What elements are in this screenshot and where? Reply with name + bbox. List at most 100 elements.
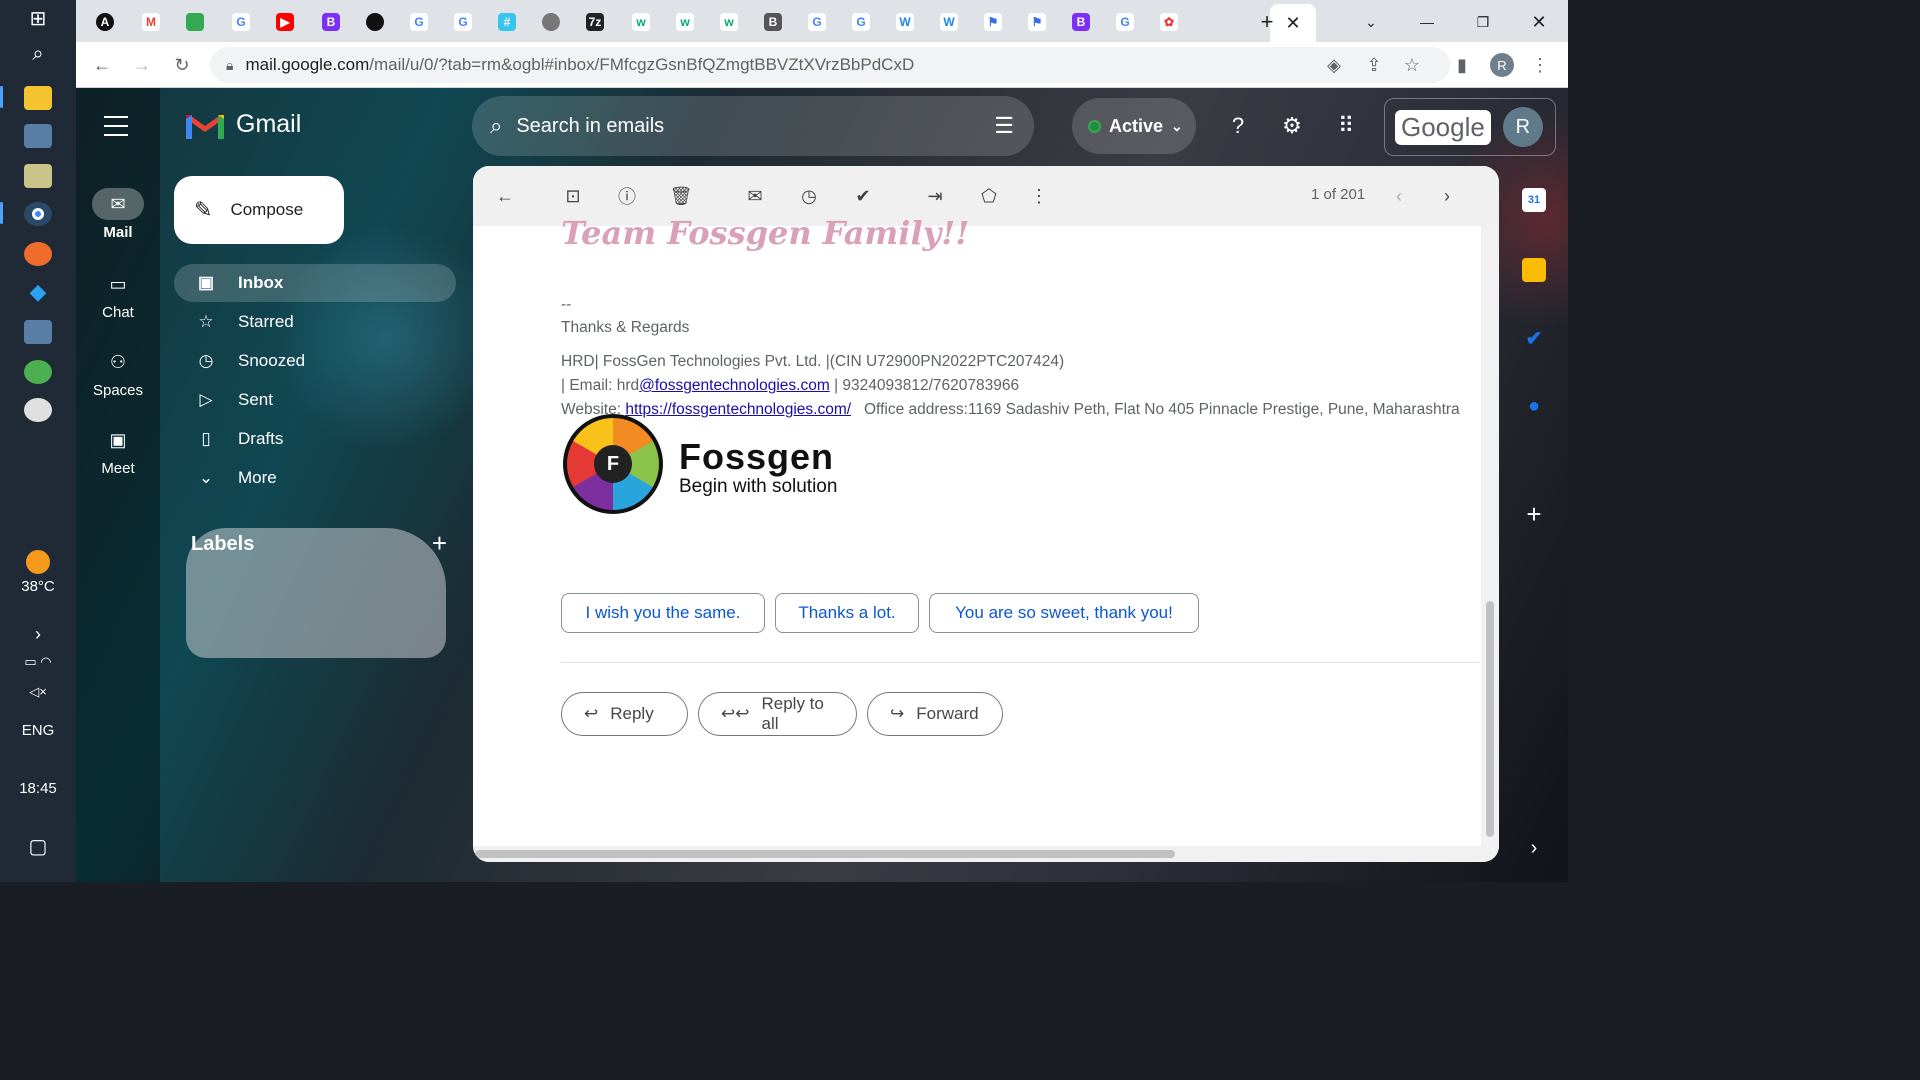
account-avatar[interactable]: R bbox=[1502, 107, 1543, 147]
install-app-icon[interactable]: ◈ bbox=[1322, 53, 1346, 77]
rail-spaces[interactable]: ⚇ Spaces bbox=[76, 346, 160, 400]
spring-icon[interactable] bbox=[24, 360, 52, 384]
compose-button[interactable]: ✎ Compose bbox=[174, 176, 344, 244]
tab-favicon-a[interactable]: A bbox=[90, 8, 120, 36]
notepad-icon[interactable] bbox=[24, 164, 52, 188]
nav-snoozed[interactable]: ◷ Snoozed bbox=[174, 342, 456, 380]
tab-favicon-google-5[interactable]: G bbox=[846, 8, 876, 36]
gmail-logo[interactable]: Gmail bbox=[186, 110, 301, 139]
tab-favicon-flag[interactable]: ⚑ bbox=[978, 8, 1008, 36]
vertical-scrollbar[interactable] bbox=[1481, 226, 1499, 848]
tab-favicon-7zip[interactable]: 7z bbox=[580, 8, 610, 36]
tab-favicon-bootstrap[interactable]: B bbox=[316, 8, 346, 36]
tab-favicon-slack[interactable]: # bbox=[492, 8, 522, 36]
nav-drafts[interactable]: ▯ Drafts bbox=[174, 420, 456, 458]
add-addon-icon[interactable]: + bbox=[1522, 499, 1546, 529]
windows-start-icon[interactable]: ⊞ bbox=[24, 6, 52, 30]
side-panel-icon[interactable]: ▮ bbox=[1450, 53, 1474, 77]
keep-icon[interactable] bbox=[1522, 258, 1546, 282]
label-icon[interactable]: ⬠ bbox=[977, 184, 1001, 208]
older-chevron-icon[interactable]: › bbox=[1435, 184, 1459, 208]
smart-reply-1[interactable]: I wish you the same. bbox=[561, 593, 765, 633]
close-window-icon[interactable]: ✕ bbox=[1524, 8, 1554, 36]
search-icon[interactable]: ⌕ bbox=[24, 42, 52, 66]
newer-chevron-icon[interactable]: ‹ bbox=[1387, 184, 1411, 208]
nav-starred[interactable]: ☆ Starred bbox=[174, 303, 456, 341]
tab-favicon-w-blue-2[interactable]: W bbox=[934, 8, 964, 36]
volume-muted-icon[interactable]: ◁× bbox=[0, 684, 76, 700]
apps-grid-icon[interactable]: ⠿ bbox=[1332, 112, 1360, 140]
tab-favicon-google-3[interactable]: G bbox=[448, 8, 478, 36]
tab-favicon-w-blue[interactable]: W bbox=[890, 8, 920, 36]
rail-chat[interactable]: ▭ Chat bbox=[76, 268, 160, 322]
postman-icon[interactable] bbox=[24, 242, 52, 266]
tab-favicon-flag-2[interactable]: ⚑ bbox=[1022, 8, 1052, 36]
file-explorer-icon[interactable] bbox=[24, 86, 52, 110]
vertical-scroll-thumb[interactable] bbox=[1486, 601, 1494, 837]
clock[interactable]: 18:45 bbox=[0, 780, 76, 797]
restore-icon[interactable]: ❐ bbox=[1468, 8, 1498, 36]
help-icon[interactable]: ? bbox=[1224, 112, 1252, 140]
tab-favicon-meet[interactable] bbox=[180, 8, 210, 36]
move-to-icon[interactable]: ⇥ bbox=[923, 184, 947, 208]
nav-sent[interactable]: ▷ Sent bbox=[174, 381, 456, 419]
slack-app-icon[interactable] bbox=[24, 398, 52, 422]
mark-unread-icon[interactable]: ✉ bbox=[743, 184, 767, 208]
smart-reply-3[interactable]: You are so sweet, thank you! bbox=[929, 593, 1199, 633]
tab-favicon-google-4[interactable]: G bbox=[802, 8, 832, 36]
reload-icon[interactable]: ↻ bbox=[170, 53, 194, 77]
pgadmin-icon[interactable] bbox=[24, 320, 52, 344]
more-options-icon[interactable]: ⋮ bbox=[1027, 184, 1051, 208]
chrome-icon[interactable] bbox=[24, 202, 52, 226]
main-menu-icon[interactable] bbox=[104, 116, 128, 136]
vscode-icon[interactable]: ◆ bbox=[24, 279, 52, 304]
tab-search-chevron-icon[interactable]: ⌄ bbox=[1356, 8, 1386, 36]
tab-favicon-bootstrap-2[interactable]: B bbox=[758, 8, 788, 36]
tab-favicon-extension[interactable]: ✿ bbox=[1154, 8, 1184, 36]
delete-icon[interactable]: 🗑︎ bbox=[669, 184, 693, 208]
back-to-inbox-icon[interactable]: ← bbox=[493, 184, 517, 208]
postgres-icon[interactable] bbox=[24, 124, 52, 148]
show-hidden-icons-icon[interactable]: › bbox=[0, 624, 76, 645]
account-area[interactable]: Google R bbox=[1384, 98, 1556, 156]
share-icon[interactable]: ⇪ bbox=[1362, 53, 1386, 77]
search-icon[interactable]: ⌕ bbox=[490, 113, 502, 139]
search-bar[interactable]: ⌕ Search in emails ☰ bbox=[472, 96, 1034, 156]
forward-button[interactable]: ↪ Forward bbox=[867, 692, 1003, 736]
tab-favicon-w3-3[interactable]: w bbox=[714, 8, 744, 36]
rail-meet[interactable]: ▣ Meet bbox=[76, 424, 160, 478]
tab-favicon-globe[interactable] bbox=[536, 8, 566, 36]
address-bar[interactable]: 🔒︎ mail.google.com/mail/u/0/?tab=rm&ogbl… bbox=[210, 47, 1450, 83]
forward-icon[interactable]: → bbox=[130, 53, 154, 77]
nav-more[interactable]: ⌄ More bbox=[174, 459, 456, 497]
tab-favicon-youtube[interactable]: ▶ bbox=[270, 8, 300, 36]
rail-mail[interactable]: ✉ Mail bbox=[76, 188, 160, 241]
show-panel-chevron-icon[interactable]: › bbox=[1522, 836, 1546, 860]
search-options-icon[interactable]: ☰ bbox=[994, 113, 1014, 139]
horizontal-scrollbar[interactable] bbox=[473, 846, 1499, 862]
tab-favicon-github[interactable] bbox=[360, 8, 390, 36]
weather-icon[interactable] bbox=[26, 550, 50, 574]
search-input[interactable]: Search in emails bbox=[516, 115, 994, 138]
tab-favicon-w3-2[interactable]: w bbox=[670, 8, 700, 36]
tab-favicon-gmail[interactable]: M bbox=[136, 8, 166, 36]
smart-reply-2[interactable]: Thanks a lot. bbox=[775, 593, 919, 633]
settings-gear-icon[interactable]: ⚙ bbox=[1278, 112, 1306, 140]
reply-all-button[interactable]: ↩↩ Reply to all bbox=[698, 692, 857, 736]
bookmark-star-icon[interactable]: ☆ bbox=[1400, 53, 1424, 77]
tab-favicon-google[interactable]: G bbox=[226, 8, 256, 36]
website-link[interactable]: https://fossgentechnologies.com/ bbox=[625, 401, 851, 418]
back-icon[interactable]: ← bbox=[90, 53, 114, 77]
new-tab-icon[interactable]: + bbox=[1252, 8, 1282, 36]
reply-button[interactable]: ↩ Reply bbox=[561, 692, 688, 736]
minimize-icon[interactable]: — bbox=[1412, 8, 1442, 36]
horizontal-scroll-thumb[interactable] bbox=[475, 850, 1175, 858]
battery-wifi-icon[interactable]: ▭ ◠ bbox=[0, 654, 76, 670]
add-to-tasks-icon[interactable]: ✔ bbox=[851, 184, 875, 208]
tab-favicon-w3[interactable]: w bbox=[626, 8, 656, 36]
language-indicator[interactable]: ENG bbox=[0, 722, 76, 739]
nav-inbox[interactable]: ▣ Inbox bbox=[174, 264, 456, 302]
chrome-menu-icon[interactable]: ⋮ bbox=[1528, 53, 1552, 77]
tab-favicon-bootstrap-3[interactable]: B bbox=[1066, 8, 1096, 36]
archive-icon[interactable]: ⊡ bbox=[561, 184, 585, 208]
